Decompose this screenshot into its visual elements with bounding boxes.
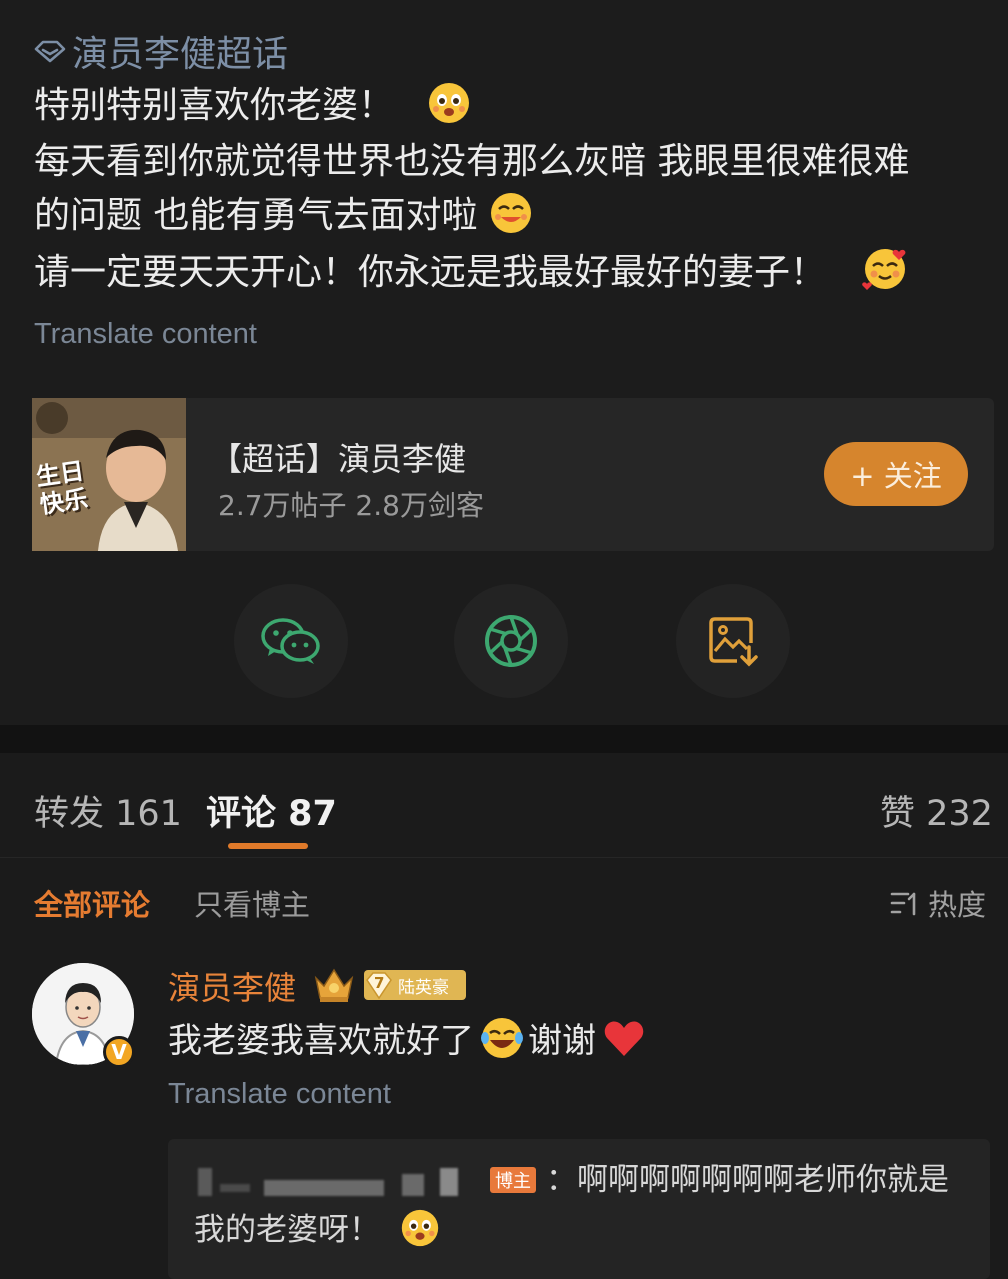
love-face-emoji-icon (862, 249, 906, 290)
moments-aperture-icon (485, 615, 537, 667)
grinning-emoji-icon (401, 1209, 439, 1247)
verified-v-badge-icon: V (103, 1036, 135, 1068)
author-reply-box[interactable]: 博主 ：啊啊啊啊啊啊啊老师你就是我的老婆呀！ (168, 1139, 990, 1279)
topic-tag-label: 演员李健超话 (72, 34, 289, 75)
filter-author-only[interactable]: 只看博主 (194, 882, 310, 924)
topic-card-title: 【超话】演员李健 (210, 440, 467, 478)
sort-icon (890, 892, 916, 916)
commenter-name[interactable]: 演员李健 (168, 963, 296, 1009)
post-line-2: 每天看到你就觉得世界也没有那么灰暗 我眼里很难很难 (34, 141, 910, 182)
filter-all-comments[interactable]: 全部评论 (34, 882, 150, 924)
grinning-emoji-icon (429, 83, 470, 123)
crown-badge-icon (314, 968, 354, 1002)
topic-diamond-icon (34, 40, 66, 63)
wechat-icon (261, 618, 320, 664)
topic-card-stats: 2.7万帖子 2.8万剑客 (218, 489, 484, 522)
fan-level-number: 7 (374, 974, 385, 992)
post-line-4: 请一定要天天开心！你永远是我最好最好的妻子！ (34, 244, 909, 301)
reply-text: ：啊啊啊啊啊啊啊老师你就是我的老婆呀！ (194, 1162, 949, 1248)
active-tab-indicator (228, 843, 308, 849)
tab-likes[interactable]: 赞 232 (880, 785, 993, 836)
tab-comments[interactable]: 评论 87 (206, 785, 337, 836)
fan-badge-label: 陆英豪 (398, 977, 449, 998)
follow-button[interactable]: + 关注 (824, 442, 968, 506)
section-divider (0, 725, 1008, 753)
save-image-button[interactable] (676, 584, 790, 698)
topic-tag-link[interactable]: 演员李健超话 (34, 28, 289, 75)
share-wechat-button[interactable] (234, 584, 348, 698)
topic-card[interactable]: 生日 快乐 【超话】演员李健 2.7万帖子 2.8万剑客 + 关注 (32, 398, 994, 551)
thumbnail-caption: 生日 快乐 (34, 456, 90, 520)
diamond-gem-icon: 7 (364, 970, 394, 1000)
comment-text: 我老婆我喜欢就好了 谢谢 (168, 1015, 646, 1067)
post-body: 演员李健超话 特别特别喜欢你老婆！ 每天看到你就觉得世界也没有那么灰暗 我眼里很… (0, 0, 1008, 725)
fan-level-badge: 7 陆英豪 (364, 970, 466, 1000)
post-line-3: 的问题 也能有勇气去面对啦 (34, 188, 533, 244)
laugh-cry-emoji-icon (481, 1018, 523, 1058)
sort-by-heat-button[interactable]: 热度 (890, 882, 986, 924)
comment-filters: 全部评论 只看博主 热度 (0, 857, 1008, 940)
share-moments-button[interactable] (454, 584, 568, 698)
sort-label: 热度 (927, 888, 986, 922)
tab-reposts[interactable]: 转发 161 (34, 785, 182, 836)
interaction-tabs: 转发 161 评论 87 赞 232 (0, 753, 1008, 857)
translate-link[interactable]: Translate content (34, 318, 257, 351)
comment-translate-link[interactable]: Translate content (168, 1078, 391, 1111)
red-heart-icon (604, 1021, 644, 1056)
post-line-1: 特别特别喜欢你老婆！ (34, 78, 471, 134)
save-image-icon (709, 617, 758, 667)
yummy-emoji-icon (490, 193, 531, 233)
topic-thumbnail: 生日 快乐 (32, 398, 186, 551)
